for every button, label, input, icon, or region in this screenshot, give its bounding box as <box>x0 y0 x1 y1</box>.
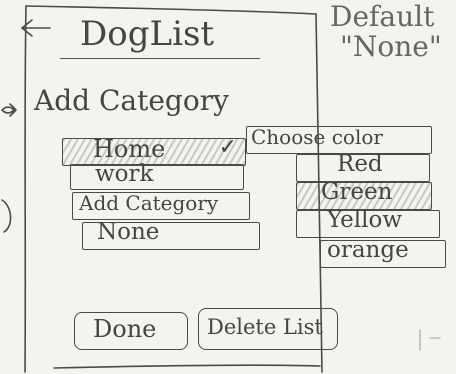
category-item-home[interactable]: Home ✓ <box>62 135 246 166</box>
color-label-orange: orange <box>327 237 409 263</box>
delete-list-button[interactable]: Delete List <box>198 308 338 350</box>
color-option-red[interactable]: Red <box>296 151 430 182</box>
back-arrow-icon[interactable] <box>18 18 52 40</box>
color-option-green[interactable]: Green <box>296 179 432 210</box>
page-title: DogList <box>80 14 215 54</box>
choose-color-label: Choose color <box>251 125 383 149</box>
checkmark-icon: ✓ <box>218 135 237 160</box>
color-option-orange[interactable]: orange <box>320 237 446 268</box>
color-label-yellow: Yellow <box>327 207 403 233</box>
category-item-none[interactable]: None <box>82 219 260 250</box>
category-label-add-category: Add Category <box>79 191 219 215</box>
done-button-label: Done <box>93 315 157 343</box>
category-label-home: Home <box>93 135 166 163</box>
done-button[interactable]: Done <box>74 312 188 350</box>
title-underline <box>60 58 260 59</box>
category-label-work: work <box>95 161 154 187</box>
category-label-none: None <box>97 219 160 245</box>
category-item-work[interactable]: work <box>70 161 244 190</box>
color-label-green: Green <box>321 179 393 205</box>
choose-color-header: Choose color <box>246 125 432 154</box>
note-line-2: "None" <box>340 30 442 63</box>
category-item-add-category[interactable]: Add Category <box>72 191 250 220</box>
color-option-yellow[interactable]: Yellow <box>296 207 440 238</box>
color-label-red: Red <box>337 151 383 177</box>
section-label: Add Category <box>34 84 229 117</box>
delete-list-button-label: Delete List <box>207 315 323 339</box>
note-line-1: Default <box>330 0 435 33</box>
